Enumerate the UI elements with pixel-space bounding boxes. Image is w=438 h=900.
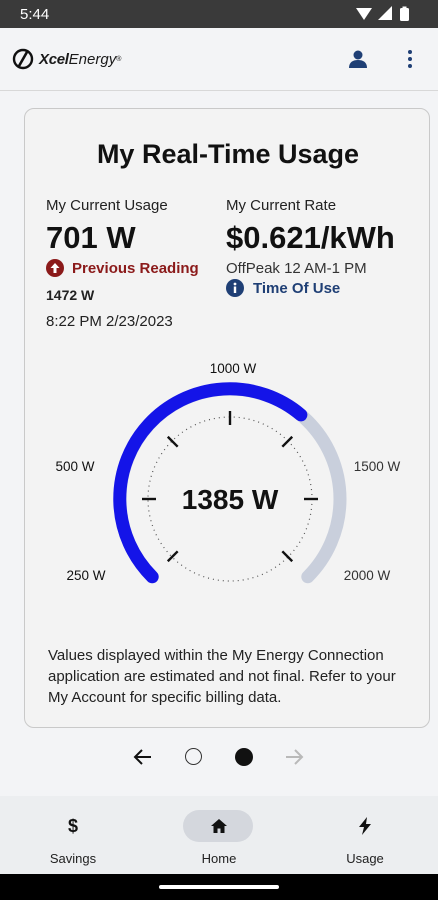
nav-usage-label: Usage	[346, 851, 384, 866]
account-button[interactable]	[347, 48, 369, 70]
status-time: 5:44	[20, 6, 50, 23]
gauge-value: 1385 W	[182, 484, 279, 515]
user-icon	[349, 50, 367, 68]
brand-part2: Energy	[68, 50, 117, 68]
signal-battery-icon	[356, 6, 409, 21]
more-vert-icon	[408, 50, 412, 68]
xcel-energy-logo: Xcel Energy ®	[12, 48, 121, 70]
gauge-fill	[113, 382, 308, 584]
gauge-tick	[281, 435, 294, 448]
nav-savings-label: Savings	[49, 851, 97, 866]
gauge-tick	[281, 550, 294, 563]
arrow-back-icon[interactable]	[133, 747, 153, 767]
nav-savings[interactable]: $ Savings	[13, 796, 133, 874]
gauge-tick	[166, 550, 179, 563]
gesture-handle[interactable]	[159, 885, 279, 889]
gauge-label-500: 500 W	[55, 459, 94, 474]
page-dot-1[interactable]	[185, 748, 202, 765]
overflow-menu-button[interactable]	[404, 48, 416, 70]
gauge-label-2000: 2000 W	[344, 568, 391, 583]
lightning-icon	[305, 816, 425, 836]
status-bar: 5:44	[0, 0, 438, 28]
disclaimer-text: Values displayed within the My Energy Co…	[48, 647, 396, 706]
gauge-label-1500: 1500 W	[354, 459, 401, 474]
nav-home-label: Home	[201, 851, 237, 866]
card-pager	[0, 740, 438, 774]
realtime-usage-card: My Real-Time Usage My Current Usage 701 …	[24, 108, 430, 728]
status-icons	[356, 6, 412, 22]
dollar-icon: $	[67, 815, 78, 836]
xcel-logo-icon	[12, 48, 34, 70]
gauge-label-1000: 1000 W	[210, 361, 257, 376]
bottom-nav: $ Savings Home Usage	[0, 796, 438, 874]
nav-home[interactable]: Home	[159, 796, 279, 874]
brand-part1: Xcel	[39, 50, 69, 68]
system-gesture-bar	[0, 874, 438, 900]
brand-mark: ®	[116, 55, 122, 63]
page-dot-2[interactable]	[235, 748, 253, 766]
app-header: Xcel Energy ®	[0, 28, 438, 91]
home-icon	[159, 816, 279, 836]
arrow-forward-icon[interactable]	[284, 747, 304, 767]
nav-usage[interactable]: Usage	[305, 796, 425, 874]
gauge-label-250: 250 W	[66, 568, 105, 583]
gauge-tick	[166, 435, 179, 448]
usage-gauge: 1385 W 250 W 500 W 1000 W 1500 W 2000 W	[55, 361, 401, 584]
